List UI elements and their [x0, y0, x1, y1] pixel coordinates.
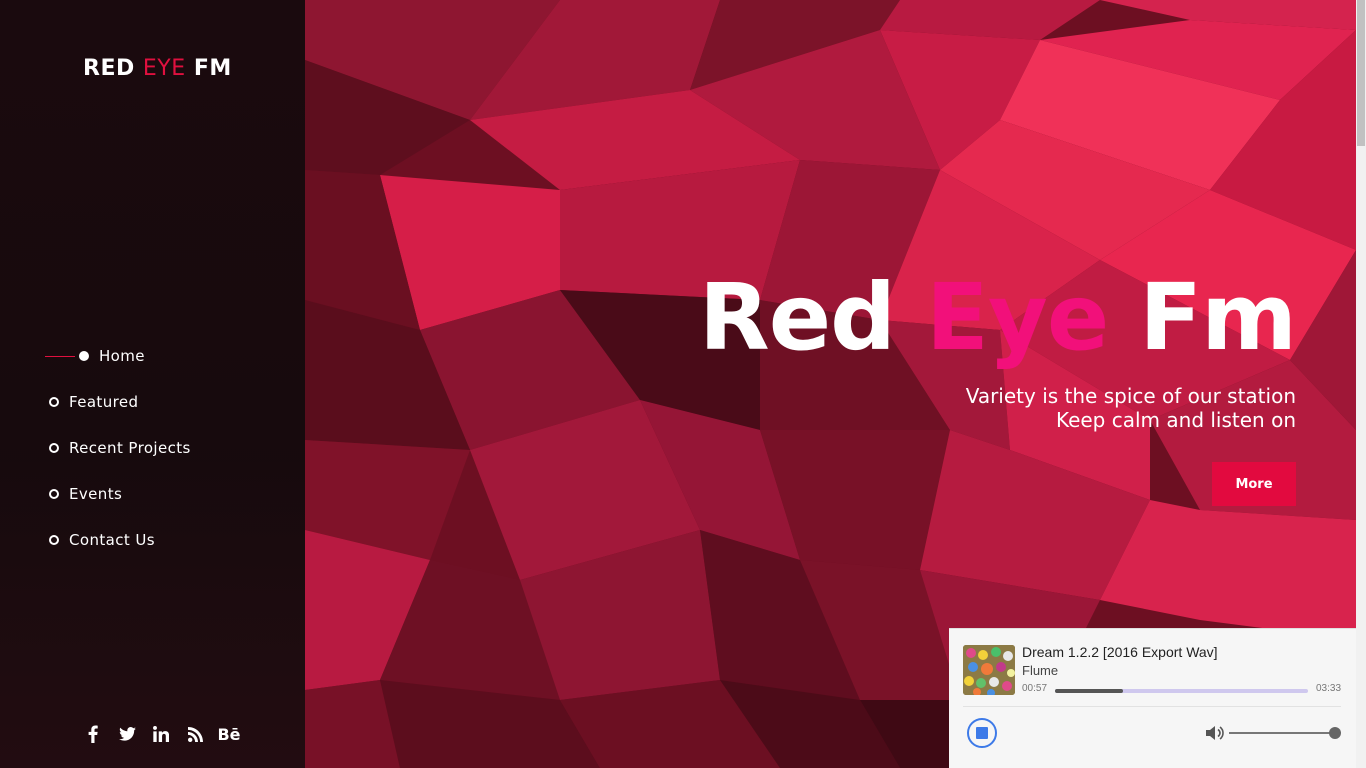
main-nav: Home Featured Recent Projects Events Con…	[44, 333, 191, 563]
hero-title-eye: Eye	[926, 264, 1109, 371]
nav-item-label: Home	[99, 347, 145, 365]
nav-bullet-icon	[79, 351, 89, 361]
nav-item-label: Recent Projects	[69, 439, 191, 457]
hero-subtitle: Variety is the spice of our station Keep…	[699, 384, 1296, 432]
stop-button[interactable]	[967, 718, 997, 748]
behance-icon[interactable]: Bē	[212, 722, 246, 746]
player-divider	[963, 706, 1341, 707]
current-time: 00:57	[1022, 683, 1048, 694]
nav-item-label: Contact Us	[69, 531, 155, 549]
twitter-icon[interactable]	[110, 722, 144, 746]
hero-title-red: Red	[698, 264, 896, 371]
track-duration: 03:33	[1316, 683, 1342, 694]
nav-item-home[interactable]: Home	[44, 333, 191, 379]
nav-item-contact-us[interactable]: Contact Us	[44, 517, 191, 563]
scrollbar-thumb[interactable]	[1357, 0, 1365, 146]
more-button[interactable]: More	[1212, 462, 1296, 506]
track-title: Dream 1.2.2 [2016 Export Wav]	[1022, 644, 1218, 660]
hero-title: Red Eye Fm	[699, 268, 1297, 368]
volume-icon[interactable]	[1205, 724, 1225, 742]
hero-text-block: Red Eye Fm Variety is the spice of our s…	[699, 268, 1297, 433]
track-artist: Flume	[1022, 663, 1059, 678]
volume-slider-knob[interactable]	[1329, 727, 1341, 739]
brand-logo[interactable]: RED EYE FM	[83, 56, 232, 81]
progress-bar[interactable]	[1055, 689, 1308, 693]
stop-icon	[976, 727, 988, 739]
album-cover-image	[963, 645, 1015, 695]
linkedin-icon[interactable]	[144, 722, 178, 746]
nav-bullet-icon	[49, 397, 59, 407]
nav-bullet-icon	[49, 489, 59, 499]
volume-slider-track[interactable]	[1229, 732, 1335, 734]
audio-player: Dream 1.2.2 [2016 Export Wav] Flume 00:5…	[949, 628, 1356, 768]
sidebar: RED EYE FM Home Featured Recent Projects…	[0, 0, 305, 768]
hero-title-fm: Fm	[1139, 264, 1297, 371]
nav-item-events[interactable]: Events	[44, 471, 191, 517]
active-indicator-line	[45, 355, 75, 357]
nav-item-recent-projects[interactable]: Recent Projects	[44, 425, 191, 471]
facebook-icon[interactable]	[76, 722, 110, 746]
brand-part-fm: FM	[193, 56, 232, 81]
nav-item-label: Featured	[69, 393, 139, 411]
nav-item-label: Events	[69, 485, 123, 503]
page-scrollbar[interactable]	[1356, 0, 1366, 768]
nav-item-featured[interactable]: Featured	[44, 379, 191, 425]
brand-part-red: RED	[83, 56, 135, 81]
rss-icon[interactable]	[178, 722, 212, 746]
social-links: Bē	[76, 722, 246, 746]
brand-part-eye: EYE	[142, 56, 186, 81]
nav-bullet-icon	[49, 443, 59, 453]
nav-bullet-icon	[49, 535, 59, 545]
hero-subtitle-line-1: Variety is the spice of our station	[965, 384, 1296, 408]
progress-fill	[1055, 689, 1124, 693]
hero-subtitle-line-2: Keep calm and listen on	[1055, 408, 1296, 432]
